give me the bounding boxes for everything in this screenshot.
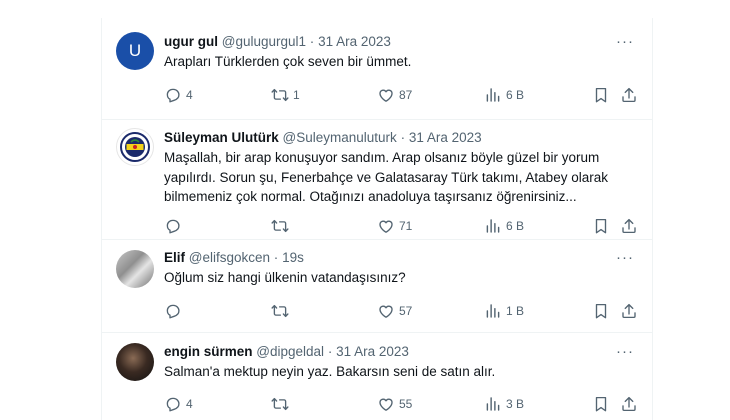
tweet-text: Oğlum siz hangi ülkenin vatandaşısınız? <box>164 270 406 285</box>
timestamp[interactable]: 31 Ara 2023 <box>409 130 482 145</box>
like-icon <box>377 395 395 413</box>
action-bar: 4 55 3 B <box>164 394 640 414</box>
bookmark-button[interactable] <box>592 85 610 105</box>
tweet-elif[interactable]: Elif @elifsgokcen · 19s ··· Oğlum siz ha… <box>102 240 652 333</box>
views-icon <box>484 395 502 413</box>
view-count: 6 B <box>506 88 525 102</box>
views-icon <box>484 217 502 235</box>
bookmark-icon <box>592 395 610 413</box>
reply-button[interactable]: 4 <box>164 85 193 105</box>
share-button[interactable] <box>620 85 638 105</box>
tweet-feed: U ugur gul @gulugurgul1 · 31 Ara 2023 · ·… <box>101 18 653 420</box>
tweet-text: Maşallah, bir arap konuşuyor sandım. Ara… <box>164 150 608 204</box>
like-button[interactable]: 71 <box>377 216 412 236</box>
bookmark-icon <box>592 217 610 235</box>
tweet-text: Salman'a mektup neyin yaz. Bakarsın seni… <box>164 364 496 379</box>
like-icon <box>377 302 395 320</box>
like-count: 71 <box>399 219 413 233</box>
author-name[interactable]: Süleyman Ulutürk <box>164 130 279 145</box>
timestamp[interactable]: 19s <box>282 250 304 265</box>
timestamp[interactable]: 31 Ara 2023 <box>318 34 391 49</box>
like-count: 55 <box>399 397 413 411</box>
views-button[interactable]: 3 B <box>484 394 524 414</box>
bookmark-icon <box>592 302 610 320</box>
avatar[interactable]: U <box>116 32 154 70</box>
retweet-button[interactable] <box>271 301 293 321</box>
share-icon <box>620 395 638 413</box>
retweet-count: 1 <box>293 88 300 102</box>
reply-button[interactable] <box>164 216 186 236</box>
separator-dot: · <box>400 130 406 145</box>
avatar-letter: U <box>128 41 142 60</box>
views-button[interactable]: 1 B <box>484 301 524 321</box>
retweet-icon <box>271 217 289 235</box>
tweet-text: Arapları Türklerden çok seven bir ümmet. <box>164 54 412 69</box>
like-icon <box>377 86 395 104</box>
avatar[interactable] <box>116 128 154 166</box>
action-bar: 57 1 B <box>164 301 640 321</box>
tweet-header: engin sürmen @dipgeldal · 31 Ara 2023 <box>164 343 640 361</box>
reply-icon <box>164 302 182 320</box>
views-button[interactable]: 6 B <box>484 85 524 105</box>
views-button[interactable]: 6 B <box>484 216 524 236</box>
like-icon <box>377 217 395 235</box>
club-crest-icon <box>120 132 150 162</box>
share-button[interactable] <box>620 301 638 321</box>
separator-dot: · <box>327 344 333 359</box>
tweet-header: ugur gul @gulugurgul1 · 31 Ara 2023 <box>164 33 640 51</box>
tweet-header: Elif @elifsgokcen · 19s <box>164 249 640 267</box>
retweet-icon <box>271 395 289 413</box>
tweet-ugur-gul[interactable]: U ugur gul @gulugurgul1 · 31 Ara 2023 ··… <box>102 18 652 120</box>
author-name[interactable]: engin sürmen <box>164 344 253 359</box>
views-icon <box>484 86 502 104</box>
share-button[interactable] <box>620 394 638 414</box>
reply-icon <box>164 217 182 235</box>
share-icon <box>620 217 638 235</box>
author-name[interactable]: Elif <box>164 250 185 265</box>
retweet-icon <box>271 86 289 104</box>
share-button[interactable] <box>620 216 638 236</box>
avatar[interactable] <box>116 250 154 288</box>
like-button[interactable]: 87 <box>377 85 412 105</box>
share-icon <box>620 86 638 104</box>
bookmark-button[interactable] <box>592 394 610 414</box>
separator-dot: · <box>273 250 279 265</box>
author-handle[interactable]: @dipgeldal <box>256 344 324 359</box>
retweet-button[interactable] <box>271 216 293 236</box>
reply-button[interactable]: 4 <box>164 394 193 414</box>
views-icon <box>484 302 502 320</box>
retweet-icon <box>271 302 289 320</box>
share-icon <box>620 302 638 320</box>
author-handle[interactable]: @gulugurgul1 <box>222 34 306 49</box>
action-bar: 4 1 87 6 B <box>164 85 640 105</box>
separator-dot: · <box>309 34 315 49</box>
avatar[interactable] <box>116 343 154 381</box>
view-count: 3 B <box>506 397 525 411</box>
tweet-header: Süleyman Ulutürk @Suleymanuluturk · 31 A… <box>164 129 640 147</box>
reply-button[interactable] <box>164 301 186 321</box>
view-count: 6 B <box>506 219 525 233</box>
like-button[interactable]: 55 <box>377 394 412 414</box>
action-bar: 71 6 B <box>164 216 640 236</box>
bookmark-icon <box>592 86 610 104</box>
reply-icon <box>164 86 182 104</box>
tweet-suleyman-uluturk[interactable]: Süleyman Ulutürk @Suleymanuluturk · 31 A… <box>102 120 652 240</box>
tweet-engin-surmen[interactable]: engin sürmen @dipgeldal · 31 Ara 2023 ··… <box>102 333 652 420</box>
retweet-button[interactable]: 1 <box>271 85 300 105</box>
like-count: 57 <box>399 304 413 318</box>
view-count: 1 B <box>506 304 525 318</box>
bookmark-button[interactable] <box>592 216 610 236</box>
reply-icon <box>164 395 182 413</box>
bookmark-button[interactable] <box>592 301 610 321</box>
author-handle[interactable]: @elifsgokcen <box>189 250 270 265</box>
author-name[interactable]: ugur gul <box>164 34 218 49</box>
author-handle[interactable]: @Suleymanuluturk <box>283 130 397 145</box>
timestamp[interactable]: 31 Ara 2023 <box>336 344 409 359</box>
like-count: 87 <box>399 88 413 102</box>
reply-count: 4 <box>186 397 193 411</box>
like-button[interactable]: 57 <box>377 301 412 321</box>
retweet-button[interactable] <box>271 394 293 414</box>
reply-count: 4 <box>186 88 193 102</box>
